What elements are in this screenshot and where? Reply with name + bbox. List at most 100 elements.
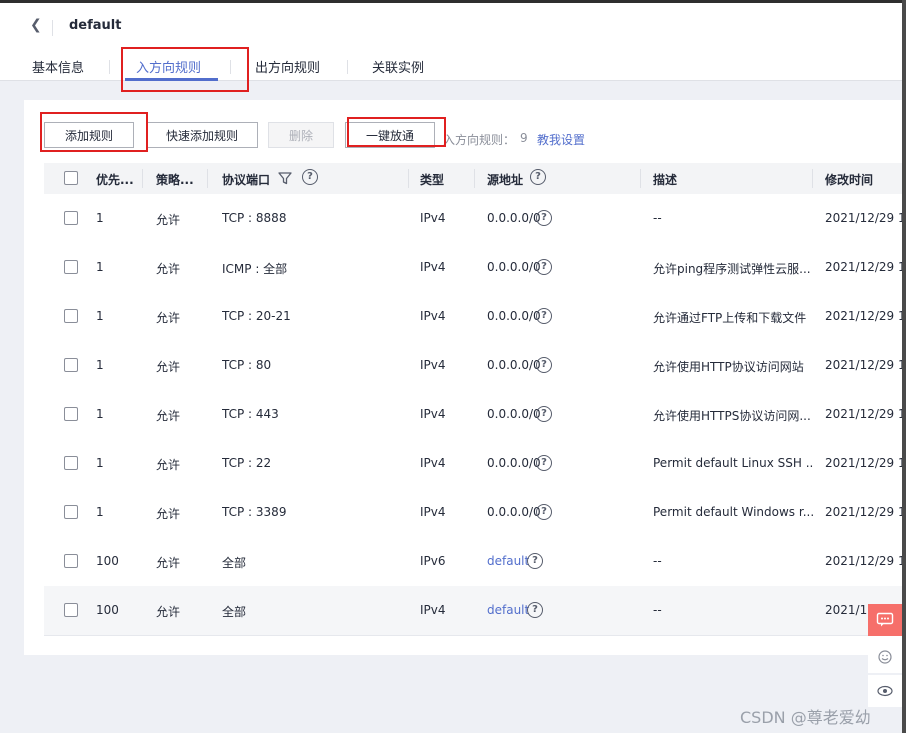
source-cell: 0.0.0.0/0: [487, 309, 541, 323]
table-row: 1 允许 TCP : 443 IPv4 0.0.0.0/0? 允许使用HTTPS协议访问网…: [44, 390, 902, 440]
delete-button[interactable]: 删除: [268, 122, 334, 148]
help-icon[interactable]: ?: [524, 169, 546, 185]
tab-outbound-rules[interactable]: 出方向规则: [255, 57, 320, 76]
help-icon[interactable]: ?: [536, 308, 552, 324]
modified-time-cell: 2021/12/29 1: [825, 309, 902, 323]
eye-icon: [877, 685, 893, 697]
type-cell: IPv6: [420, 554, 446, 568]
source-cell: 0.0.0.0/0: [487, 211, 541, 225]
help-icon[interactable]: ?: [527, 553, 543, 569]
watermark: CSDN @尊老爱幼: [740, 708, 871, 727]
type-cell: IPv4: [420, 407, 446, 421]
description-cell: --: [653, 603, 662, 617]
help-icon[interactable]: ?: [536, 259, 552, 275]
priority-cell: 1: [96, 309, 104, 323]
header-description: 描述: [653, 173, 678, 187]
protocol-port-cell: TCP : 443: [222, 407, 279, 421]
row-checkbox[interactable]: [64, 603, 78, 617]
modified-time-cell: 2021/12/29 1: [825, 407, 902, 421]
help-icon[interactable]: ?: [536, 210, 552, 226]
back-chevron-icon[interactable]: ❮: [30, 17, 42, 33]
row-checkbox[interactable]: [64, 554, 78, 568]
highlight-box-tab: [121, 47, 249, 92]
help-icon[interactable]: ?: [536, 357, 552, 373]
description-cell: Permit default Windows r...: [653, 505, 813, 519]
rule-count-label: 入方向规则：: [443, 133, 516, 147]
source-cell: 0.0.0.0/0: [487, 358, 541, 372]
policy-cell: 允许: [156, 605, 181, 619]
row-checkbox[interactable]: [64, 211, 78, 225]
description-cell: 允许使用HTTP协议访问网站: [653, 360, 804, 374]
help-icon[interactable]: ?: [536, 406, 552, 422]
protocol-port-cell: 全部: [222, 556, 247, 570]
type-cell: IPv4: [420, 505, 446, 519]
header-divider: [52, 20, 53, 36]
policy-cell: 允许: [156, 556, 181, 570]
chat-icon: [876, 612, 894, 627]
description-cell: 允许通过FTP上传和下载文件: [653, 311, 807, 325]
table-row: 100 允许 全部 IPv6 default? -- 2021/12/29 1: [44, 537, 902, 587]
row-checkbox[interactable]: [64, 456, 78, 470]
tab-divider: [109, 60, 110, 74]
priority-cell: 1: [96, 358, 104, 372]
column-divider: [408, 169, 409, 188]
highlight-box-one-click: [347, 117, 446, 147]
table-row: 1 允许 ICMP : 全部 IPv4 0.0.0.0/0? 允许ping程序测试弹性云服…: [44, 243, 902, 293]
column-divider: [812, 169, 813, 188]
type-cell: IPv4: [420, 211, 446, 225]
help-icon[interactable]: ?: [527, 602, 543, 618]
priority-cell: 100: [96, 603, 119, 617]
priority-cell: 100: [96, 554, 119, 568]
window-right-border: [902, 0, 906, 733]
protocol-port-cell: TCP : 3389: [222, 505, 287, 519]
feedback-float-button[interactable]: [868, 641, 902, 673]
tab-associated-instances[interactable]: 关联实例: [372, 57, 424, 76]
protocol-port-cell: ICMP : 全部: [222, 262, 288, 276]
header-source: 源地址: [487, 173, 524, 187]
row-checkbox[interactable]: [64, 309, 78, 323]
row-checkbox[interactable]: [64, 260, 78, 274]
source-cell: 0.0.0.0/0: [487, 260, 541, 274]
smile-icon: [878, 650, 892, 664]
priority-cell: 1: [96, 456, 104, 470]
priority-cell: 1: [96, 505, 104, 519]
type-cell: IPv4: [420, 358, 446, 372]
table-row: 1 允许 TCP : 8888 IPv4 0.0.0.0/0? -- 2021/12/29 …: [44, 194, 902, 244]
protocol-port-cell: TCP : 8888: [222, 211, 287, 225]
description-cell: --: [653, 211, 662, 225]
row-checkbox[interactable]: [64, 407, 78, 421]
source-cell[interactable]: default: [487, 554, 529, 568]
source-cell[interactable]: default: [487, 603, 529, 617]
table-header: 优先... 策略... 协议端口 ? 类型 源地址 ? 描述 修改时间: [44, 163, 902, 194]
tab-divider: [347, 60, 348, 74]
header-policy[interactable]: 策略...: [156, 171, 194, 188]
help-icon[interactable]: ?: [536, 455, 552, 471]
help-setup-link[interactable]: 教我设置: [537, 131, 585, 148]
tab-basic-info[interactable]: 基本信息: [32, 57, 84, 76]
policy-cell: 允许: [156, 213, 181, 227]
table-row: 1 允许 TCP : 22 IPv4 0.0.0.0/0? Permit default …: [44, 439, 902, 489]
help-icon[interactable]: ?: [296, 169, 318, 185]
description-cell: --: [653, 554, 662, 568]
description-cell: 允许使用HTTPS协议访问网...: [653, 409, 811, 423]
header-protocol-port: 协议端口: [222, 173, 271, 187]
priority-cell: 1: [96, 211, 104, 225]
table-row: 1 允许 TCP : 80 IPv4 0.0.0.0/0? 允许使用HTTP协议访问网站 2…: [44, 341, 902, 391]
quick-add-rule-button[interactable]: 快速添加规则: [146, 122, 258, 148]
chat-float-button[interactable]: [868, 604, 902, 636]
row-checkbox[interactable]: [64, 358, 78, 372]
highlight-box-add: [40, 112, 148, 152]
header-modified-time[interactable]: 修改时间: [825, 171, 873, 188]
protocol-port-cell: TCP : 80: [222, 358, 272, 372]
type-cell: IPv4: [420, 456, 446, 470]
select-all-checkbox[interactable]: [64, 171, 78, 185]
table-row: 100 允许 全部 IPv4 default? -- 2021/12: [44, 586, 902, 636]
source-cell: 0.0.0.0/0: [487, 456, 541, 470]
row-checkbox[interactable]: [64, 505, 78, 519]
help-icon[interactable]: ?: [536, 504, 552, 520]
filter-icon[interactable]: [278, 171, 292, 188]
header-priority[interactable]: 优先...: [96, 171, 134, 188]
page-title: default: [69, 18, 122, 33]
policy-cell: 允许: [156, 311, 181, 325]
survey-float-button[interactable]: [868, 675, 902, 707]
